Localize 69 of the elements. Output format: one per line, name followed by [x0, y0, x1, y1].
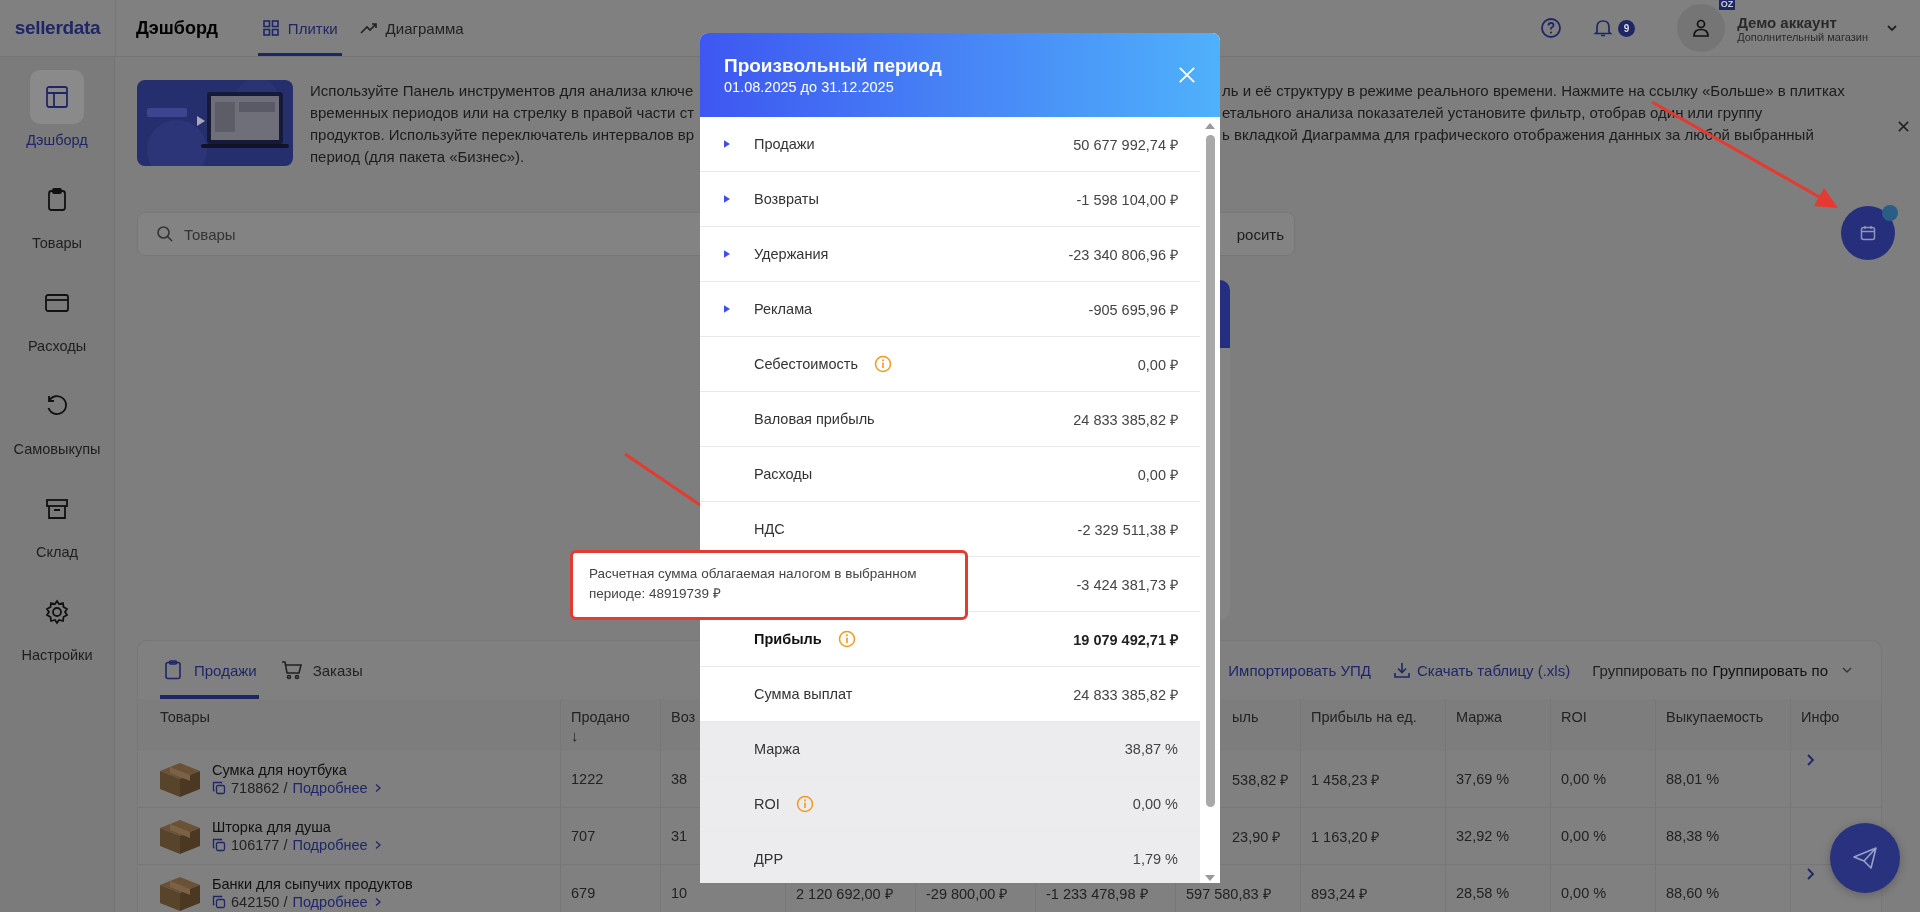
table-cell: 707 — [571, 828, 596, 844]
modal-subtitle: 01.08.2025 до 31.12.2025 — [724, 79, 895, 95]
table-cell: 38 — [671, 771, 688, 787]
sku-text: 106177 / — [231, 837, 288, 853]
page-title: Дэшборд — [136, 17, 218, 39]
metric-label: Себестоимость — [754, 356, 858, 372]
table-cell: 0,00 % — [1561, 771, 1607, 787]
metric-label: Возвраты — [754, 191, 819, 207]
table-cell: 88,60 % — [1666, 885, 1720, 901]
table-cell: 37,69 % — [1456, 771, 1510, 787]
banner-text: Используйте Панель инструментов для анализа ключе — [310, 81, 695, 101]
table-cell: 0,00 % — [1561, 885, 1607, 901]
table-cell-text: -1 233 478,98 ₽ — [1046, 885, 1148, 903]
metric-value: 19 079 492,71 ₽ — [1073, 631, 1178, 649]
sku-text: 718862 / — [231, 780, 288, 796]
metric-value: 38,87 % — [1124, 741, 1178, 757]
table-cell-text: 1 163,20 ₽ — [1311, 828, 1380, 846]
product-name: Банки для сыпучих продуктов — [212, 876, 413, 892]
metric-value: -3 424 381,73 ₽ — [1076, 576, 1178, 594]
metric-value: -1 598 104,00 ₽ — [1076, 191, 1178, 209]
metric-value: 0,00 % — [1132, 796, 1178, 812]
notification-badge: 9 — [1618, 19, 1636, 37]
table-cell: 1222 — [571, 771, 604, 787]
metric-value: 24 833 385,82 ₽ — [1073, 411, 1178, 429]
banner-text: период (для пакета «Бизнес»). — [310, 147, 526, 167]
table-cell: 88,01 % — [1666, 771, 1720, 787]
metric-label: ROI — [754, 796, 780, 812]
table-cell-text: 23,90 ₽ — [1232, 828, 1281, 846]
metric-label: Расходы — [754, 466, 813, 482]
banner-text: продуктов. Используйте переключатель интервалов вр — [310, 125, 696, 145]
metric-label: Маржа — [754, 741, 801, 757]
table-cell-text: 2 120 692,00 ₽ — [796, 885, 893, 903]
modal-title: Произвольный период — [724, 55, 943, 77]
metric-label: Прибыль — [754, 631, 822, 647]
metric-label: Удержания — [754, 246, 829, 262]
metric-value: -23 340 806,96 ₽ — [1068, 246, 1178, 264]
table-cell: 28,58 % — [1456, 885, 1510, 901]
table-cell: 31 — [671, 828, 688, 844]
product-name: Шторка для душа — [212, 819, 332, 835]
table-cell: 88,38 % — [1666, 828, 1720, 844]
metric-value: 0,00 ₽ — [1137, 356, 1178, 374]
table-cell-text: 597 580,83 ₽ — [1186, 885, 1271, 903]
banner-text: ль и её структуру в режиме реального времени. Нажмите на ссылку «Больше» в плитках — [1222, 81, 1846, 101]
table-cell-text: -29 800,00 ₽ — [926, 885, 1008, 903]
metric-value: -2 329 511,38 ₽ — [1077, 521, 1178, 539]
table-cell-text: 893,24 ₽ — [1311, 885, 1368, 903]
metric-label: Сумма выплат — [754, 686, 853, 702]
tooltip: Расчетная сумма облагаемая налогом в выбранном периоде: 48919739 ₽ — [570, 550, 968, 620]
metric-value: 50 677 992,74 ₽ — [1073, 136, 1178, 154]
sku-text: 642150 / — [231, 894, 288, 910]
store-name: Дополнительный магазин — [1737, 30, 1868, 43]
product-name: Сумка для ноутбука — [212, 762, 348, 778]
table-cell: 32,92 % — [1456, 828, 1510, 844]
table-cell: 679 — [571, 885, 596, 901]
table-cell: 0,00 % — [1561, 828, 1607, 844]
banner-text: временных периодов или на стрелку в правой части ст — [310, 103, 695, 123]
metric-value: 24 833 385,82 ₽ — [1073, 686, 1178, 704]
metric-value: 1,79 % — [1132, 851, 1178, 867]
marketplace-badge: OZ — [1718, 0, 1736, 10]
metric-value: -905 695,96 ₽ — [1088, 301, 1178, 319]
table-cell-text: 538,82 ₽ — [1232, 771, 1289, 789]
table-cell: 10 — [671, 885, 688, 901]
metric-label: Продажи — [754, 136, 815, 152]
metric-value: 0,00 ₽ — [1137, 466, 1178, 484]
metric-label: Валовая прибыль — [754, 411, 875, 427]
metric-label: Реклама — [754, 301, 813, 317]
metric-label: НДС — [754, 521, 785, 537]
metric-label: ДРР — [754, 851, 784, 867]
table-cell-text: 1 458,23 ₽ — [1311, 771, 1380, 789]
